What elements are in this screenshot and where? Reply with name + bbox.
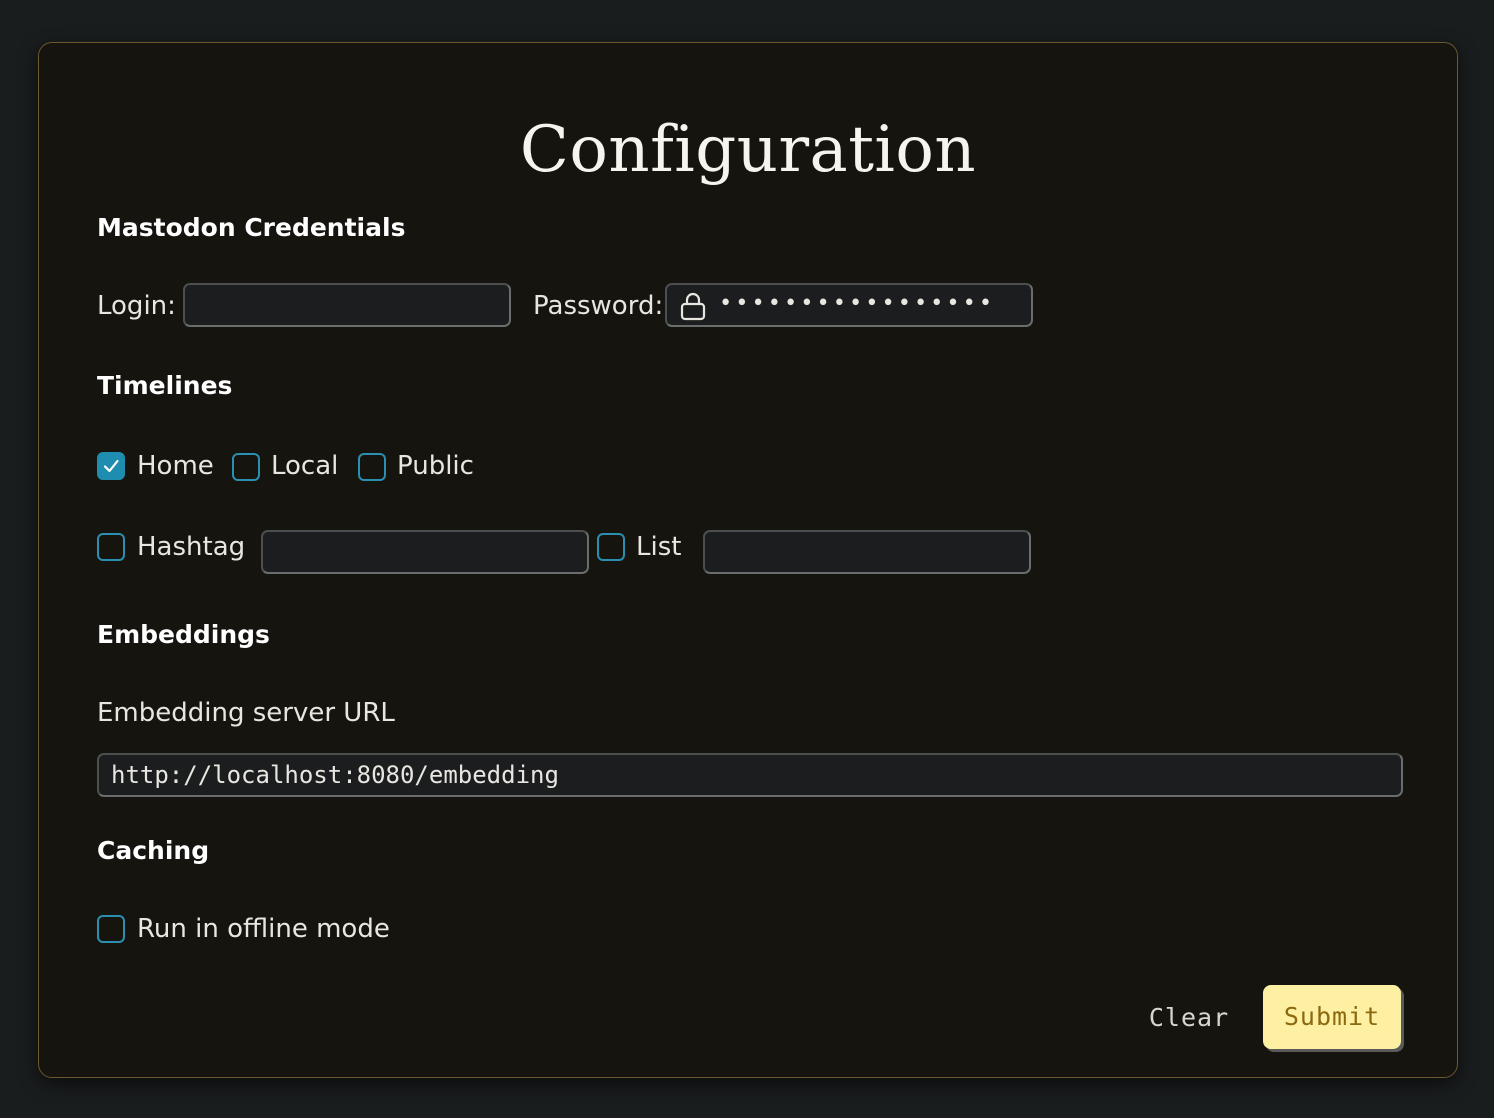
- offline-mode-checkbox[interactable]: [97, 915, 125, 943]
- configuration-panel: Configuration Mastodon Credentials Login…: [38, 42, 1458, 1078]
- public-label: Public: [397, 451, 474, 481]
- hashtag-input[interactable]: [261, 530, 589, 574]
- password-label: Password:: [533, 291, 664, 321]
- page-title: Configuration: [519, 113, 977, 187]
- embedding-url-input[interactable]: http://localhost:8080/embedding: [97, 753, 1403, 797]
- submit-button[interactable]: Submit: [1263, 985, 1401, 1049]
- timelines-heading: Timelines: [97, 371, 233, 400]
- hashtag-label: Hashtag: [137, 532, 246, 562]
- list-label: List: [636, 532, 682, 562]
- public-checkbox[interactable]: [358, 453, 386, 481]
- lock-icon: [680, 292, 706, 321]
- local-label: Local: [271, 451, 339, 481]
- login-label: Login:: [97, 291, 176, 321]
- password-dots: •••••••••••••••••: [719, 291, 996, 316]
- caching-heading: Caching: [97, 836, 210, 865]
- hashtag-checkbox[interactable]: [97, 533, 125, 561]
- checkmark-icon: [103, 459, 119, 473]
- offline-mode-label: Run in offline mode: [137, 914, 390, 944]
- credentials-heading: Mastodon Credentials: [97, 213, 406, 242]
- embeddings-heading: Embeddings: [97, 620, 270, 649]
- list-checkbox[interactable]: [597, 533, 625, 561]
- home-label: Home: [137, 451, 214, 481]
- clear-button[interactable]: Clear: [1139, 987, 1239, 1049]
- home-checkbox[interactable]: [97, 452, 125, 480]
- list-input[interactable]: [703, 530, 1031, 574]
- embedding-url-label: Embedding server URL: [97, 698, 395, 728]
- local-checkbox[interactable]: [232, 453, 260, 481]
- password-input[interactable]: •••••••••••••••••: [665, 283, 1033, 327]
- login-input[interactable]: [183, 283, 511, 327]
